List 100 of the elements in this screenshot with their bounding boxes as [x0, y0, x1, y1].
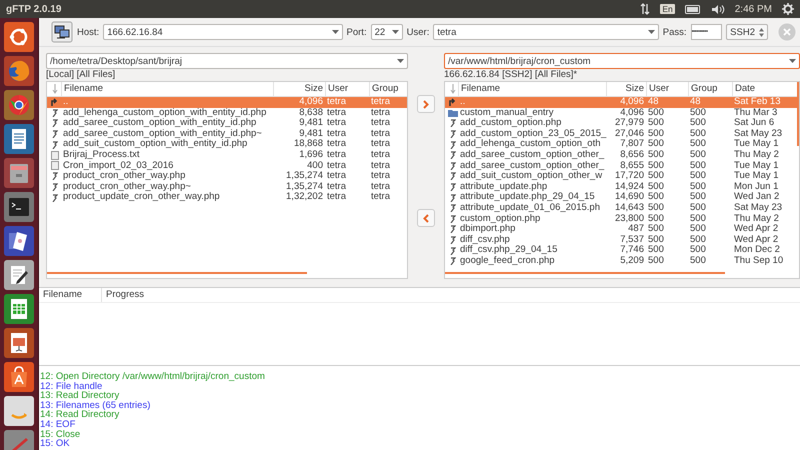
spin-arrows-icon[interactable]	[759, 28, 764, 36]
shopping-bag-icon[interactable]	[4, 362, 34, 392]
sort-icon[interactable]	[52, 84, 58, 94]
table-cell-text: Thu Sep 10	[733, 256, 784, 266]
dropdown-arrow-icon[interactable]	[392, 30, 399, 34]
table-cell-text: tetra	[326, 192, 348, 203]
column-header[interactable]: Filename	[458, 82, 606, 96]
chevron-right-icon	[423, 100, 429, 108]
file-row[interactable]: Brijraj_Process.txt 1,696 tetra tetra	[47, 150, 407, 161]
table-cell-text: 14,643	[614, 202, 645, 214]
file-row[interactable]: add_saree_custom_option_with_entity_id.php~ 9,481 tetra tetra	[47, 128, 407, 140]
table-cell-text: tetra	[326, 118, 348, 129]
scrollbar[interactable]	[797, 82, 799, 146]
scrollbar[interactable]	[47, 272, 307, 274]
column-header[interactable]: User	[325, 82, 369, 96]
file-row[interactable]: diff_csv.php_29_04_15 7,746 500 500 Mon Dec 2	[445, 245, 799, 256]
table-cell-text: 500	[689, 160, 707, 171]
file-row[interactable]: add_suit_custom_option_with_entity_id.php 18,868 tetra tetra	[47, 139, 407, 150]
file-list[interactable]	[444, 81, 800, 279]
document-icon[interactable]	[4, 124, 34, 154]
settings-icon[interactable]	[782, 3, 794, 15]
battery-icon[interactable]	[684, 4, 701, 14]
upload-button[interactable]	[417, 95, 435, 113]
table-cell-text: product_cron_other_way.php~	[62, 182, 192, 192]
table-cell-text: 500	[689, 224, 707, 235]
dropdown-arrow-icon[interactable]	[332, 30, 339, 34]
file-row[interactable]: Cron_import_02_03_2016 400 tetra tetra	[47, 160, 407, 172]
table-cell-text: Brijraj_Process.txt	[62, 150, 141, 161]
download-button[interactable]	[417, 209, 435, 227]
table-cell-text: tetra	[326, 160, 348, 172]
ubuntu-logo-icon[interactable]	[4, 22, 34, 52]
table-cell-text: diff_csv.php	[459, 234, 511, 245]
browser-icon[interactable]	[4, 56, 34, 86]
column-header[interactable]: Group	[688, 82, 732, 96]
column-header[interactable]: Progress	[102, 288, 144, 302]
table-cell-text: 500	[689, 256, 707, 266]
file-row[interactable]: google_feed_cron.php 5,209 500 500 Thu Sep 10	[445, 256, 799, 266]
file-row[interactable]: add_lehenga_custom_option_oth 7,807 500 500 Tue May 1	[445, 139, 799, 150]
dropdown-arrow-icon[interactable]	[648, 30, 655, 34]
column-header[interactable]: Group	[369, 82, 407, 96]
table-cell-text: 500	[647, 202, 665, 214]
file-cabinet-icon[interactable]	[4, 158, 34, 188]
user-field[interactable]: tetra	[433, 24, 659, 40]
sort-icon[interactable]	[450, 84, 456, 94]
file-row[interactable]: add_lehenga_custom_option_with_entity_id.php 8,638 tetra tetra	[47, 108, 407, 118]
file-row[interactable]: attribute_update.php 14,924 500 500 Mon Jun 1	[445, 182, 799, 192]
file-row[interactable]: product_cron_other_way.php 1,35,274 tetra tetra	[47, 171, 407, 182]
file-list[interactable]	[46, 81, 408, 279]
file-row[interactable]: add_saree_custom_option_other_ 8,656 500 500 Thu May 2	[445, 150, 799, 161]
table-cell-text: 5,209	[619, 256, 645, 266]
port-field[interactable]: 22	[370, 24, 403, 40]
clock-time[interactable]: 2:46 PM	[734, 4, 772, 14]
column-header[interactable]: Size	[273, 82, 325, 96]
file-row[interactable]: add_custom_option_23_05_2015_ 27,046 500 500 Sat May 23	[445, 128, 799, 140]
spreadsheet-icon[interactable]	[4, 294, 34, 324]
column-header[interactable]: Filename	[61, 82, 273, 96]
transfer-arrows-icon[interactable]	[640, 3, 650, 15]
table-cell-text: 9,481	[298, 128, 324, 139]
file-row[interactable]: add_suit_custom_option_other_w 17,720 500 500 Tue May 1	[445, 171, 799, 182]
file-row[interactable]: dbimport.php 487 500 500 Wed Apr 2	[445, 224, 799, 235]
path-field[interactable]: /var/www/html/brijraj/cron_custom	[444, 53, 800, 69]
file-row[interactable]: add_saree_custom_option_other_ 8,655 500 500 Tue May 1	[445, 160, 799, 172]
table-cell-text: 18,868	[292, 139, 324, 150]
table-cell-text: 4,096	[619, 97, 645, 108]
document-icon[interactable]	[4, 226, 34, 256]
dropdown-arrow-icon[interactable]	[789, 59, 796, 63]
file-row[interactable]: add_custom_option.php 27,979 500 500 Sat Jun 6	[445, 118, 799, 129]
computers-icon[interactable]	[51, 21, 73, 43]
host-field[interactable]: 166.62.16.84	[103, 24, 343, 40]
file-row[interactable]: add_saree_custom_option_with_entity_id.php 9,481 tetra tetra	[47, 118, 407, 129]
path-field[interactable]: /home/tetra/Desktop/sant/brijraj	[46, 53, 408, 69]
log-line: 12: File handle	[40, 382, 102, 392]
dropdown-arrow-icon[interactable]	[397, 59, 404, 63]
table-cell-text: tetra	[326, 97, 348, 108]
file-row[interactable]: product_cron_other_way.php~ 1,35,274 tetra tetra	[47, 182, 407, 192]
log-line: 12: Open Directory /var/www/html/brijraj/cron_custom	[40, 372, 266, 382]
file-row[interactable]: attribute_update.php_29_04_15 14,690 500 500 Wed Jan 2	[445, 192, 799, 203]
file-row[interactable]: product_update_cron_other_way.php 1,32,202 tetra tetra	[47, 192, 407, 203]
column-header[interactable]: Date	[732, 82, 796, 96]
file-row[interactable]: custom_manual_entry 4,096 500 500 Thu Mar 3	[445, 108, 799, 118]
column-header[interactable]: User	[646, 82, 688, 96]
browser-icon[interactable]	[4, 90, 34, 120]
pencil-document-icon[interactable]	[4, 260, 34, 290]
file-row[interactable]: custom_option.php 23,800 500 500 Thu May 2	[445, 214, 799, 224]
table-cell-text: Thu Mar 3	[733, 108, 778, 118]
scrollbar[interactable]	[445, 272, 725, 274]
file-row[interactable]: attribute_update_01_06_2015.ph 14,643 500 500 Sat May 23	[445, 202, 799, 214]
table-cell-text: attribute_update.php_29_04_15	[459, 192, 596, 203]
presentation-icon[interactable]	[4, 328, 34, 358]
volume-icon[interactable]	[710, 4, 725, 14]
column-header[interactable]: Size	[606, 82, 646, 96]
table-cell-text: 500	[647, 171, 665, 182]
table-cell-text: add_suit_custom_option_with_entity_id.php	[62, 139, 248, 150]
file-row[interactable]: diff_csv.php 7,537 500 500 Wed Apr 2	[445, 234, 799, 246]
column-header[interactable]: Filename	[39, 288, 102, 302]
protocol-spinner[interactable]: SSH2	[726, 24, 768, 40]
keyboard-layout-indicator[interactable]: En	[660, 4, 675, 14]
table-cell-text: 500	[689, 192, 707, 203]
terminal-icon[interactable]	[4, 192, 34, 222]
table-cell-text: tetra	[370, 118, 392, 129]
